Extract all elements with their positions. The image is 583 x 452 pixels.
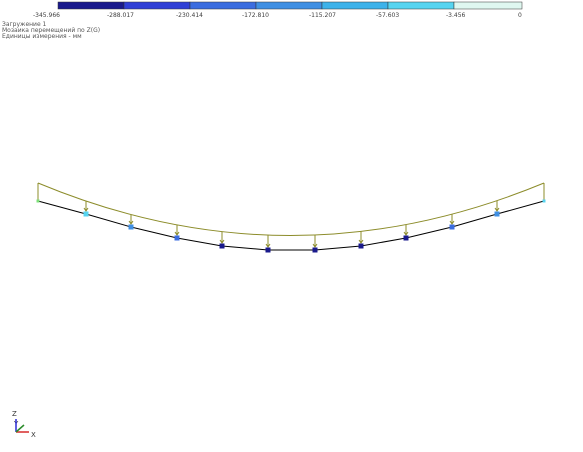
beam-node[interactable]: [219, 243, 225, 249]
beam-node[interactable]: [403, 235, 409, 241]
beam-node[interactable]: [265, 247, 271, 253]
beam-node[interactable]: [83, 211, 89, 217]
model-viewport[interactable]: -345.966 -288.017 -230.414 -172.810 -115…: [0, 0, 583, 452]
beam-nodes: [36, 199, 546, 253]
legend-swatch-5: [321, 1, 389, 10]
beam-node[interactable]: [449, 224, 455, 230]
deformed-curve: [37, 182, 545, 236]
beam-node[interactable]: [312, 247, 318, 253]
beam-node[interactable]: [542, 199, 546, 203]
beam-node[interactable]: [36, 199, 40, 203]
legend-value-2: -288.017: [107, 12, 134, 19]
deformed-shape: [37, 182, 545, 248]
legend-value-7: -3.456: [446, 12, 466, 19]
legend-value-3: -230.414: [176, 12, 203, 19]
legend-value-1: -345.966: [33, 12, 60, 19]
color-scale-legend: -345.966 -288.017 -230.414 -172.810 -115…: [33, 1, 523, 19]
legend-value-4: -172.810: [242, 12, 269, 19]
legend-swatch-2: [123, 1, 191, 10]
beam-node[interactable]: [494, 211, 500, 217]
legend-swatch-6: [387, 1, 455, 10]
axis-z-label: Z: [12, 410, 17, 418]
legend-value-6: -57.603: [376, 12, 399, 19]
displacement-ordinates: [83, 200, 500, 248]
result-info: Загружение 1 Мозаика перемещений по Z(G)…: [2, 21, 100, 40]
beam-node[interactable]: [358, 243, 364, 249]
legend-swatch-4: [255, 1, 323, 10]
beam-node[interactable]: [174, 235, 180, 241]
beam: [36, 199, 546, 253]
legend-swatch-1: [57, 1, 125, 10]
axis-x-label: X: [31, 431, 36, 439]
legend-swatch-7: [453, 1, 523, 10]
beam-node[interactable]: [128, 224, 134, 230]
axis-triad: Z Y X: [12, 410, 36, 439]
beam-polyline: [37, 200, 545, 251]
legend-value-5: -115.207: [309, 12, 336, 19]
legend-value-8: 0: [518, 12, 522, 19]
units-label: Единицы измерения - мм: [2, 33, 82, 40]
legend-swatch-3: [189, 1, 257, 10]
